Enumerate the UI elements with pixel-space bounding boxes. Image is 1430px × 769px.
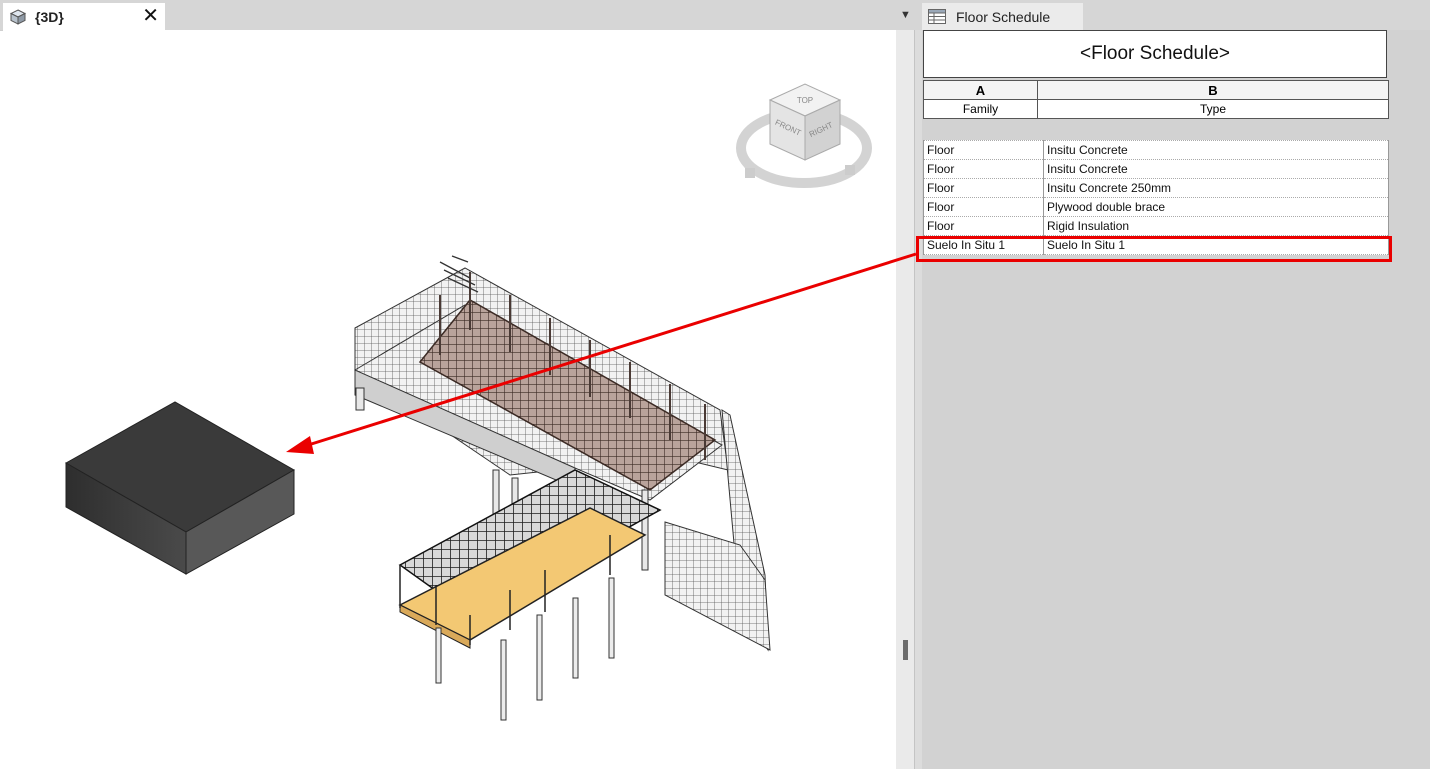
- column-letter-b[interactable]: B: [1037, 80, 1389, 100]
- cell-type[interactable]: Insitu Concrete 250mm: [1043, 178, 1389, 198]
- compass-marker-w[interactable]: [745, 168, 755, 178]
- cell-family[interactable]: Floor: [923, 216, 1044, 236]
- close-icon[interactable]: ✕: [142, 5, 159, 27]
- cell-family[interactable]: Floor: [923, 159, 1044, 179]
- cell-family[interactable]: Floor: [923, 178, 1044, 198]
- schedule-header: A B Family Type: [923, 80, 1389, 119]
- table-row-highlighted[interactable]: Suelo In Situ 1 Suelo In Situ 1: [923, 235, 1389, 255]
- viewcube[interactable]: TOP FRONT RIGHT: [736, 83, 872, 188]
- cell-type[interactable]: Rigid Insulation: [1043, 216, 1389, 236]
- cell-family[interactable]: Suelo In Situ 1: [923, 235, 1044, 255]
- table-row[interactable]: Floor Insitu Concrete 250mm: [923, 178, 1389, 198]
- table-row[interactable]: Floor Plywood double brace: [923, 197, 1389, 217]
- column-header-family[interactable]: Family: [923, 99, 1038, 119]
- cell-type[interactable]: Plywood double brace: [1043, 197, 1389, 217]
- 3d-view-icon: [9, 8, 27, 25]
- tab-list-dropdown[interactable]: ▼: [900, 9, 911, 21]
- compass-marker-s[interactable]: [845, 165, 855, 175]
- table-row[interactable]: Floor Rigid Insulation: [923, 216, 1389, 236]
- cell-type[interactable]: Suelo In Situ 1: [1043, 235, 1389, 255]
- cell-family[interactable]: Floor: [923, 140, 1044, 160]
- column-header-type[interactable]: Type: [1037, 99, 1389, 119]
- cell-type[interactable]: Insitu Concrete: [1043, 159, 1389, 179]
- tab-floor-schedule-label: Floor Schedule: [956, 8, 1051, 25]
- 3d-model-canvas: TOP FRONT RIGHT: [64, 83, 872, 721]
- scrollbar-thumb[interactable]: [903, 640, 908, 660]
- tab-bar: {3D} ✕ ▼ Floor Schedule: [0, 0, 1430, 31]
- schedule-body: Floor Insitu Concrete Floor Insitu Concr…: [923, 140, 1389, 255]
- schedule-title[interactable]: <Floor Schedule>: [923, 30, 1387, 78]
- table-row[interactable]: Floor Insitu Concrete: [923, 159, 1389, 179]
- column-letter-a[interactable]: A: [923, 80, 1038, 100]
- schedule-pane: <Floor Schedule> A B Family Type Floor I…: [922, 30, 1430, 769]
- tab-floor-schedule[interactable]: Floor Schedule: [922, 3, 1083, 30]
- 3d-viewport[interactable]: TOP FRONT RIGHT: [3, 30, 896, 769]
- building-model[interactable]: [354, 255, 771, 721]
- cell-family[interactable]: Floor: [923, 197, 1044, 217]
- tab-3d-view[interactable]: {3D} ✕: [3, 3, 165, 30]
- viewcube-top-label[interactable]: TOP: [797, 96, 813, 105]
- tab-3d-label: {3D}: [35, 8, 64, 25]
- suelo-in-situ-box[interactable]: [64, 401, 296, 575]
- vertical-scrollbar[interactable]: [896, 30, 914, 769]
- table-row[interactable]: Floor Insitu Concrete: [923, 140, 1389, 160]
- schedule-icon: [928, 9, 946, 24]
- cell-type[interactable]: Insitu Concrete: [1043, 140, 1389, 160]
